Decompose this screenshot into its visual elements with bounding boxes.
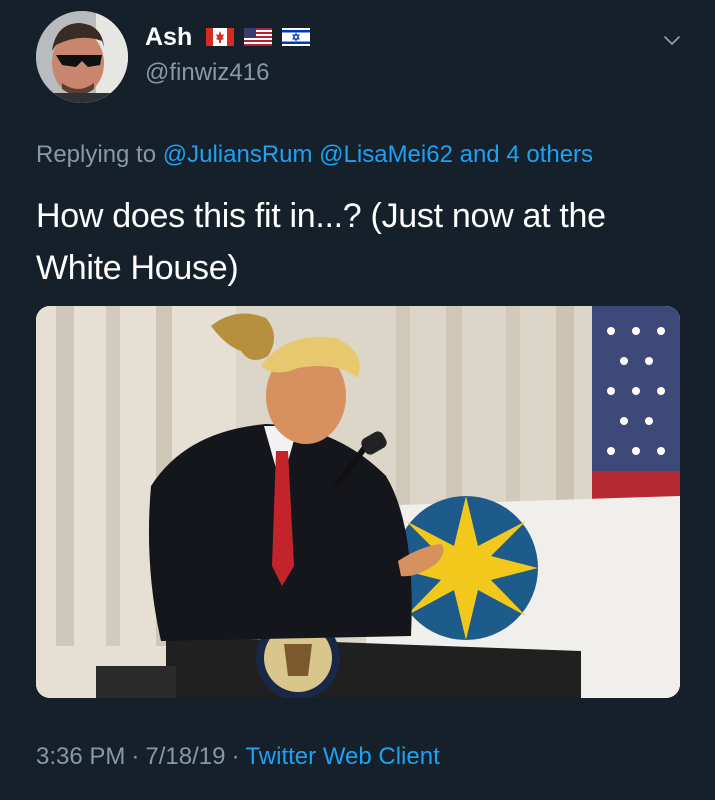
chevron-down-icon[interactable] xyxy=(660,28,684,52)
tweet-date[interactable]: 7/18/19 xyxy=(145,743,225,770)
tweet-media-image[interactable] xyxy=(36,306,680,698)
display-name[interactable]: Ash xyxy=(145,20,192,54)
avatar-photo xyxy=(36,11,128,103)
others-link[interactable]: 4 others xyxy=(506,141,593,168)
canada-flag-icon xyxy=(206,28,235,46)
user-handle[interactable]: @finwiz416 xyxy=(145,56,269,90)
tweet-meta: 3:36 PM · 7/18/19 · Twitter Web Client xyxy=(36,740,440,774)
replying-to: Replying to @JuliansRum @LisaMei62 and 4… xyxy=(36,140,593,170)
replying-to-connector: and xyxy=(452,141,507,168)
mention-link[interactable]: @LisaMei62 xyxy=(319,141,453,168)
display-name-row: Ash xyxy=(145,20,311,54)
client-link[interactable]: Twitter Web Client xyxy=(245,743,439,770)
meta-separator: · xyxy=(131,743,140,770)
tweet-text: How does this fit in...? (Just now at th… xyxy=(36,197,606,287)
white-house-press-photo xyxy=(36,306,680,698)
avatar[interactable] xyxy=(36,11,128,103)
flag-list xyxy=(206,28,311,46)
usa-flag-icon xyxy=(244,28,273,46)
mention-link[interactable]: @JuliansRum xyxy=(163,141,313,168)
israel-flag-icon xyxy=(282,28,311,46)
meta-separator: · xyxy=(231,743,240,770)
tweet-time[interactable]: 3:36 PM xyxy=(36,743,125,770)
replying-to-prefix: Replying to xyxy=(36,141,163,168)
